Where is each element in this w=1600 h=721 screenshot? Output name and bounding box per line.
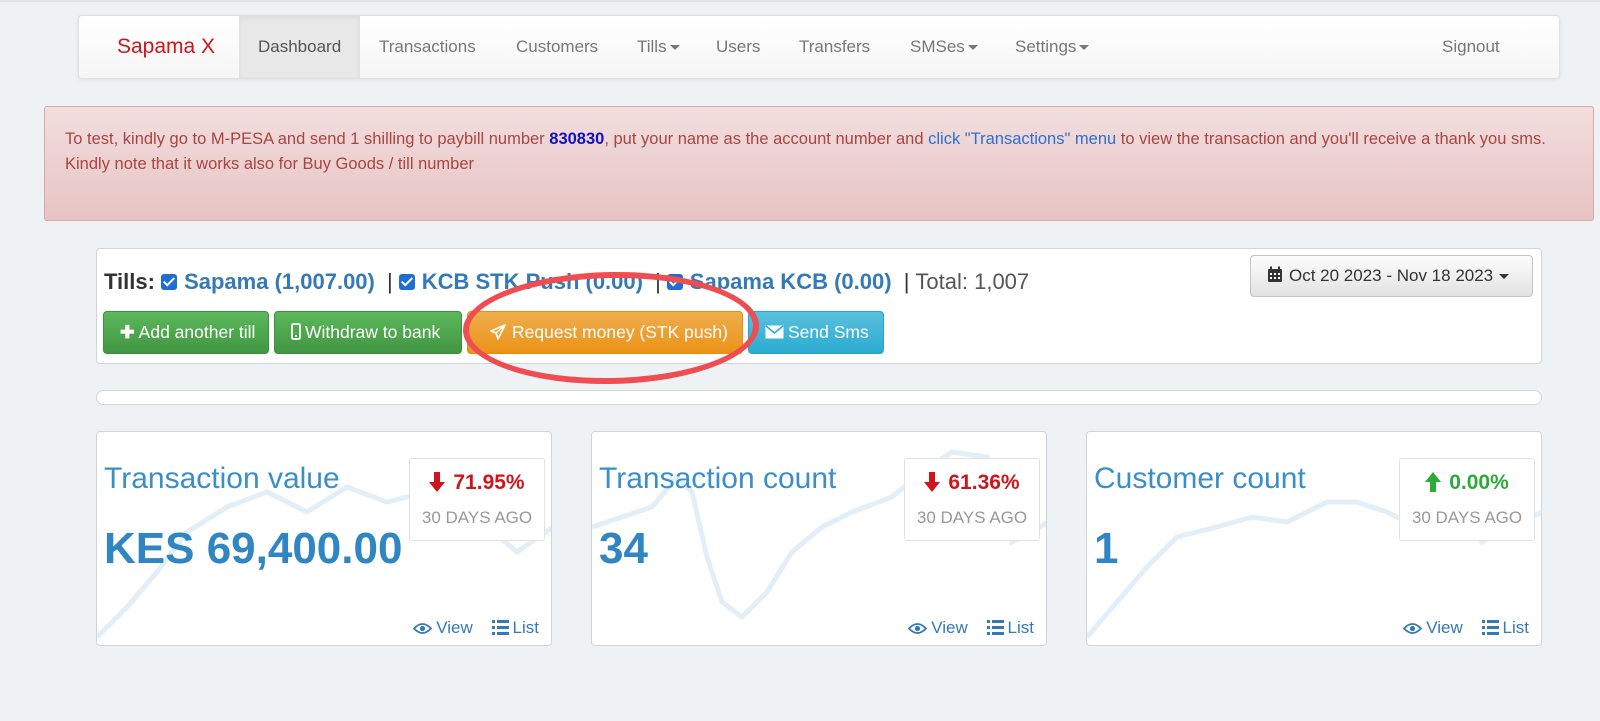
alert-text: , put your name as the account number an… (604, 130, 929, 148)
nav-transfers[interactable]: Transfers (799, 16, 870, 78)
nav-tills-label: Tills (637, 37, 667, 56)
arrow-up-icon (1425, 472, 1442, 492)
change-box: 71.95% 30 DAYS AGO (409, 458, 545, 541)
eye-icon (908, 623, 928, 634)
view-label: View (931, 618, 968, 637)
send-sms-button[interactable]: Send Sms (748, 311, 884, 354)
alert-note: Kindly note that it works also for Buy G… (65, 155, 475, 173)
view-link[interactable]: View (1403, 618, 1463, 637)
progress-bar (96, 390, 1542, 405)
test-instructions-alert: To test, kindly go to M-PESA and send 1 … (44, 106, 1594, 221)
list-icon (986, 620, 1004, 635)
separator: | (386, 269, 393, 294)
nav-smses-label: SMSes (910, 37, 965, 56)
view-label: View (436, 618, 473, 637)
list-link[interactable]: List (1481, 618, 1529, 637)
view-label: View (1426, 618, 1463, 637)
chevron-down-icon (669, 45, 680, 51)
tills-total: Total: 1,007 (915, 269, 1030, 294)
change-value: 61.36% (948, 471, 1020, 494)
tills-panel: Tills: Sapama (1,007.00) | KCB STK Push (… (96, 248, 1542, 364)
envelope-icon (765, 325, 784, 339)
paybill-number: 830830 (549, 130, 605, 148)
mobile-phone-icon (291, 323, 301, 340)
alert-instructions: To test, kindly go to M-PESA and send 1 … (65, 127, 1573, 152)
nav-settings-label: Settings (1015, 37, 1077, 56)
nav-users[interactable]: Users (716, 16, 760, 78)
card-links: View List (894, 618, 1034, 638)
till-checkbox[interactable] (161, 274, 178, 290)
arrow-down-icon (924, 472, 941, 492)
chevron-down-icon (1079, 45, 1090, 51)
transactions-menu-link[interactable]: click "Transactions" menu (928, 130, 1116, 148)
withdraw-label: Withdraw to bank (305, 322, 441, 342)
till-checkbox[interactable] (398, 274, 415, 290)
top-border (0, 0, 1600, 2)
change-box: 0.00% 30 DAYS AGO (1399, 458, 1535, 541)
list-icon (491, 620, 509, 635)
signout-link[interactable]: Signout (1442, 16, 1500, 78)
card-value: KES 69,400.00 (104, 524, 403, 573)
card-title: Customer count (1094, 462, 1306, 495)
nav-transactions[interactable]: Transactions (379, 16, 476, 78)
change-percent: 0.00% (1400, 471, 1534, 495)
stat-card-transaction-count: Transaction count 34 61.36% 30 DAYS AGO … (591, 431, 1047, 646)
brand-logo[interactable]: Sapama X (117, 16, 215, 78)
change-label: 30 DAYS AGO (916, 508, 1028, 527)
add-till-button[interactable]: ✚ Add another till (103, 311, 269, 354)
date-range-label: Oct 20 2023 - Nov 18 2023 (1289, 266, 1494, 285)
till-sapama[interactable]: Sapama (1,007.00) (184, 269, 375, 294)
calendar-icon (1268, 266, 1282, 282)
card-title: Transaction value (104, 462, 340, 495)
plus-icon: ✚ (120, 322, 135, 342)
change-percent: 71.95% (410, 471, 544, 495)
chevron-down-icon (1499, 274, 1510, 280)
stat-card-customer-count: Customer count 1 0.00% 30 DAYS AGO View … (1086, 431, 1542, 646)
nav-customers[interactable]: Customers (516, 16, 598, 78)
change-label: 30 DAYS AGO (421, 508, 533, 527)
change-box: 61.36% 30 DAYS AGO (904, 458, 1040, 541)
view-link[interactable]: View (908, 618, 968, 637)
nav-tills[interactable]: Tills (637, 16, 680, 78)
change-value: 0.00% (1449, 471, 1509, 494)
nav-smses[interactable]: SMSes (910, 16, 978, 78)
card-links: View List (1389, 618, 1529, 638)
card-value: 34 (599, 524, 648, 573)
list-label: List (512, 618, 539, 637)
nav-settings[interactable]: Settings (1015, 16, 1090, 78)
card-links: View List (399, 618, 539, 638)
card-value: 1 (1094, 524, 1119, 573)
list-label: List (1502, 618, 1529, 637)
date-range-picker[interactable]: Oct 20 2023 - Nov 18 2023 (1250, 255, 1533, 297)
add-till-label: Add another till (138, 322, 256, 342)
list-icon (1481, 620, 1499, 635)
arrow-down-icon (429, 472, 446, 492)
change-value: 71.95% (453, 471, 525, 494)
separator: | (903, 269, 910, 294)
list-link[interactable]: List (986, 618, 1034, 637)
send-sms-label: Send Sms (788, 322, 869, 342)
withdraw-to-bank-button[interactable]: Withdraw to bank (274, 311, 462, 354)
chevron-down-icon (967, 45, 978, 51)
view-link[interactable]: View (413, 618, 473, 637)
eye-icon (413, 623, 433, 634)
navbar: Sapama X Dashboard Transactions Customer… (78, 15, 1560, 79)
stat-card-transaction-value: Transaction value KES 69,400.00 71.95% 3… (96, 431, 552, 646)
change-label: 30 DAYS AGO (1411, 508, 1523, 527)
nav-dashboard[interactable]: Dashboard (239, 16, 361, 78)
list-link[interactable]: List (491, 618, 539, 637)
change-percent: 61.36% (905, 471, 1039, 495)
alert-text: To test, kindly go to M-PESA and send 1 … (65, 130, 550, 148)
alert-text: to view the transaction and you'll recei… (1116, 130, 1546, 148)
card-title: Transaction count (599, 462, 837, 495)
tills-label: Tills: (104, 269, 155, 294)
eye-icon (1403, 623, 1423, 634)
list-label: List (1007, 618, 1034, 637)
